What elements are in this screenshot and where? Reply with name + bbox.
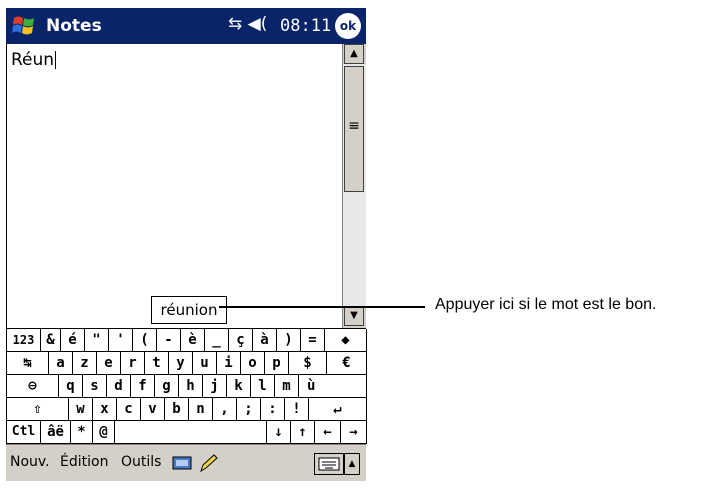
ctrl-key[interactable]: Ctl	[7, 421, 41, 444]
note-editor[interactable]: Réun	[6, 44, 343, 328]
keyboard-icon[interactable]	[314, 453, 344, 475]
key[interactable]: "	[85, 329, 109, 352]
title-bar: Notes ⇆ ◀( 08:11 ok	[6, 8, 366, 44]
key[interactable]: '	[109, 329, 133, 352]
key[interactable]: m	[275, 375, 299, 398]
key[interactable]: )	[277, 329, 301, 352]
key[interactable]: $	[289, 352, 327, 375]
keyboard-row-4: ⇧ w x c v b n , ; : ! ↵	[7, 398, 367, 421]
vertical-scrollbar[interactable]: ▲ ≡ ▼	[342, 44, 366, 328]
callout-line	[219, 306, 425, 308]
key[interactable]: b	[165, 398, 189, 421]
key[interactable]: l	[251, 375, 275, 398]
key[interactable]: c	[117, 398, 141, 421]
key[interactable]: _	[205, 329, 229, 352]
key[interactable]: (	[133, 329, 157, 352]
key[interactable]: z	[73, 352, 97, 375]
key[interactable]: à	[253, 329, 277, 352]
clock[interactable]: 08:11	[280, 16, 331, 36]
key[interactable]: e	[97, 352, 121, 375]
keyboard-row-5: Ctl âë * @ ↓ ↑ ← →	[7, 421, 367, 444]
pocketpc-screen: Notes ⇆ ◀( 08:11 ok Réun ▲ ≡ ▼ réunion 1…	[6, 8, 367, 488]
key[interactable]: p	[265, 352, 289, 375]
key[interactable]: w	[69, 398, 93, 421]
ok-button[interactable]: ok	[335, 13, 361, 39]
key[interactable]: i	[217, 352, 241, 375]
key[interactable]: €	[327, 352, 367, 375]
key[interactable]: -	[157, 329, 181, 352]
space-key[interactable]	[115, 421, 267, 444]
menu-new[interactable]: Nouv.	[10, 454, 50, 470]
word-suggestion[interactable]: réunion	[151, 296, 227, 324]
key[interactable]: ç	[229, 329, 253, 352]
key[interactable]: è	[181, 329, 205, 352]
enter-key[interactable]: ↵	[309, 398, 367, 421]
key[interactable]: q	[59, 375, 83, 398]
app-title: Notes	[46, 16, 102, 36]
keyboard-row-2: ↹ a z e r t y u i o p $ €	[7, 352, 367, 375]
note-text: Réun	[11, 50, 55, 70]
key[interactable]: h	[179, 375, 203, 398]
key[interactable]: u	[193, 352, 217, 375]
backspace-key[interactable]: ◆	[325, 329, 367, 352]
key[interactable]: d	[107, 375, 131, 398]
keyboard-row-1: 123 & é " ' ( - è _ ç à ) = ◆	[7, 329, 367, 352]
connectivity-volume-icons[interactable]: ⇆ ◀(	[228, 14, 267, 34]
accents-key[interactable]: âë	[41, 421, 71, 444]
arrow-right-key[interactable]: →	[341, 421, 367, 444]
recording-toolbar-icon[interactable]	[172, 455, 192, 475]
soft-keyboard: 123 & é " ' ( - è _ ç à ) = ◆ ↹ a z e r …	[6, 328, 367, 444]
key[interactable]: v	[141, 398, 165, 421]
key[interactable]: &	[41, 329, 61, 352]
scroll-down-button[interactable]: ▼	[344, 306, 364, 326]
key[interactable]: g	[155, 375, 179, 398]
key[interactable]: x	[93, 398, 117, 421]
arrow-down-key[interactable]: ↓	[267, 421, 291, 444]
key[interactable]: ,	[213, 398, 237, 421]
windows-flag-icon[interactable]	[9, 12, 39, 40]
callout-text: Appuyer ici si le mot est le bon.	[435, 296, 657, 313]
key[interactable]: ù	[299, 375, 367, 398]
key-123[interactable]: 123	[7, 329, 41, 352]
key[interactable]: n	[189, 398, 213, 421]
key[interactable]: k	[227, 375, 251, 398]
keyboard-row-3: ⊖ q s d f g h j k l m ù	[7, 375, 367, 398]
shift-key[interactable]: ⇧	[7, 398, 69, 421]
menu-tools[interactable]: Outils	[121, 454, 161, 470]
key[interactable]: y	[169, 352, 193, 375]
text-caret	[55, 51, 57, 69]
input-selector-arrow[interactable]: ▲	[344, 453, 360, 475]
menu-bar: Nouv. Édition Outils ▲	[6, 444, 366, 481]
pen-icon[interactable]	[198, 453, 220, 477]
key[interactable]: o	[241, 352, 265, 375]
key[interactable]: j	[203, 375, 227, 398]
menu-edit[interactable]: Édition	[60, 454, 108, 470]
tab-key[interactable]: ↹	[7, 352, 49, 375]
key[interactable]: ;	[237, 398, 261, 421]
key[interactable]: é	[61, 329, 85, 352]
key[interactable]: =	[301, 329, 325, 352]
key[interactable]: @	[93, 421, 115, 444]
scroll-up-button[interactable]: ▲	[344, 44, 364, 64]
key[interactable]: f	[131, 375, 155, 398]
scroll-thumb[interactable]: ≡	[344, 66, 364, 192]
note-text-line: Réun	[11, 50, 57, 70]
key[interactable]: t	[145, 352, 169, 375]
key[interactable]: s	[83, 375, 107, 398]
key[interactable]: !	[285, 398, 309, 421]
key[interactable]: r	[121, 352, 145, 375]
key[interactable]: a	[49, 352, 73, 375]
caps-lock-key[interactable]: ⊖	[7, 375, 59, 398]
arrow-left-key[interactable]: ←	[315, 421, 341, 444]
key[interactable]: :	[261, 398, 285, 421]
key[interactable]: *	[71, 421, 93, 444]
arrow-up-key[interactable]: ↑	[291, 421, 315, 444]
